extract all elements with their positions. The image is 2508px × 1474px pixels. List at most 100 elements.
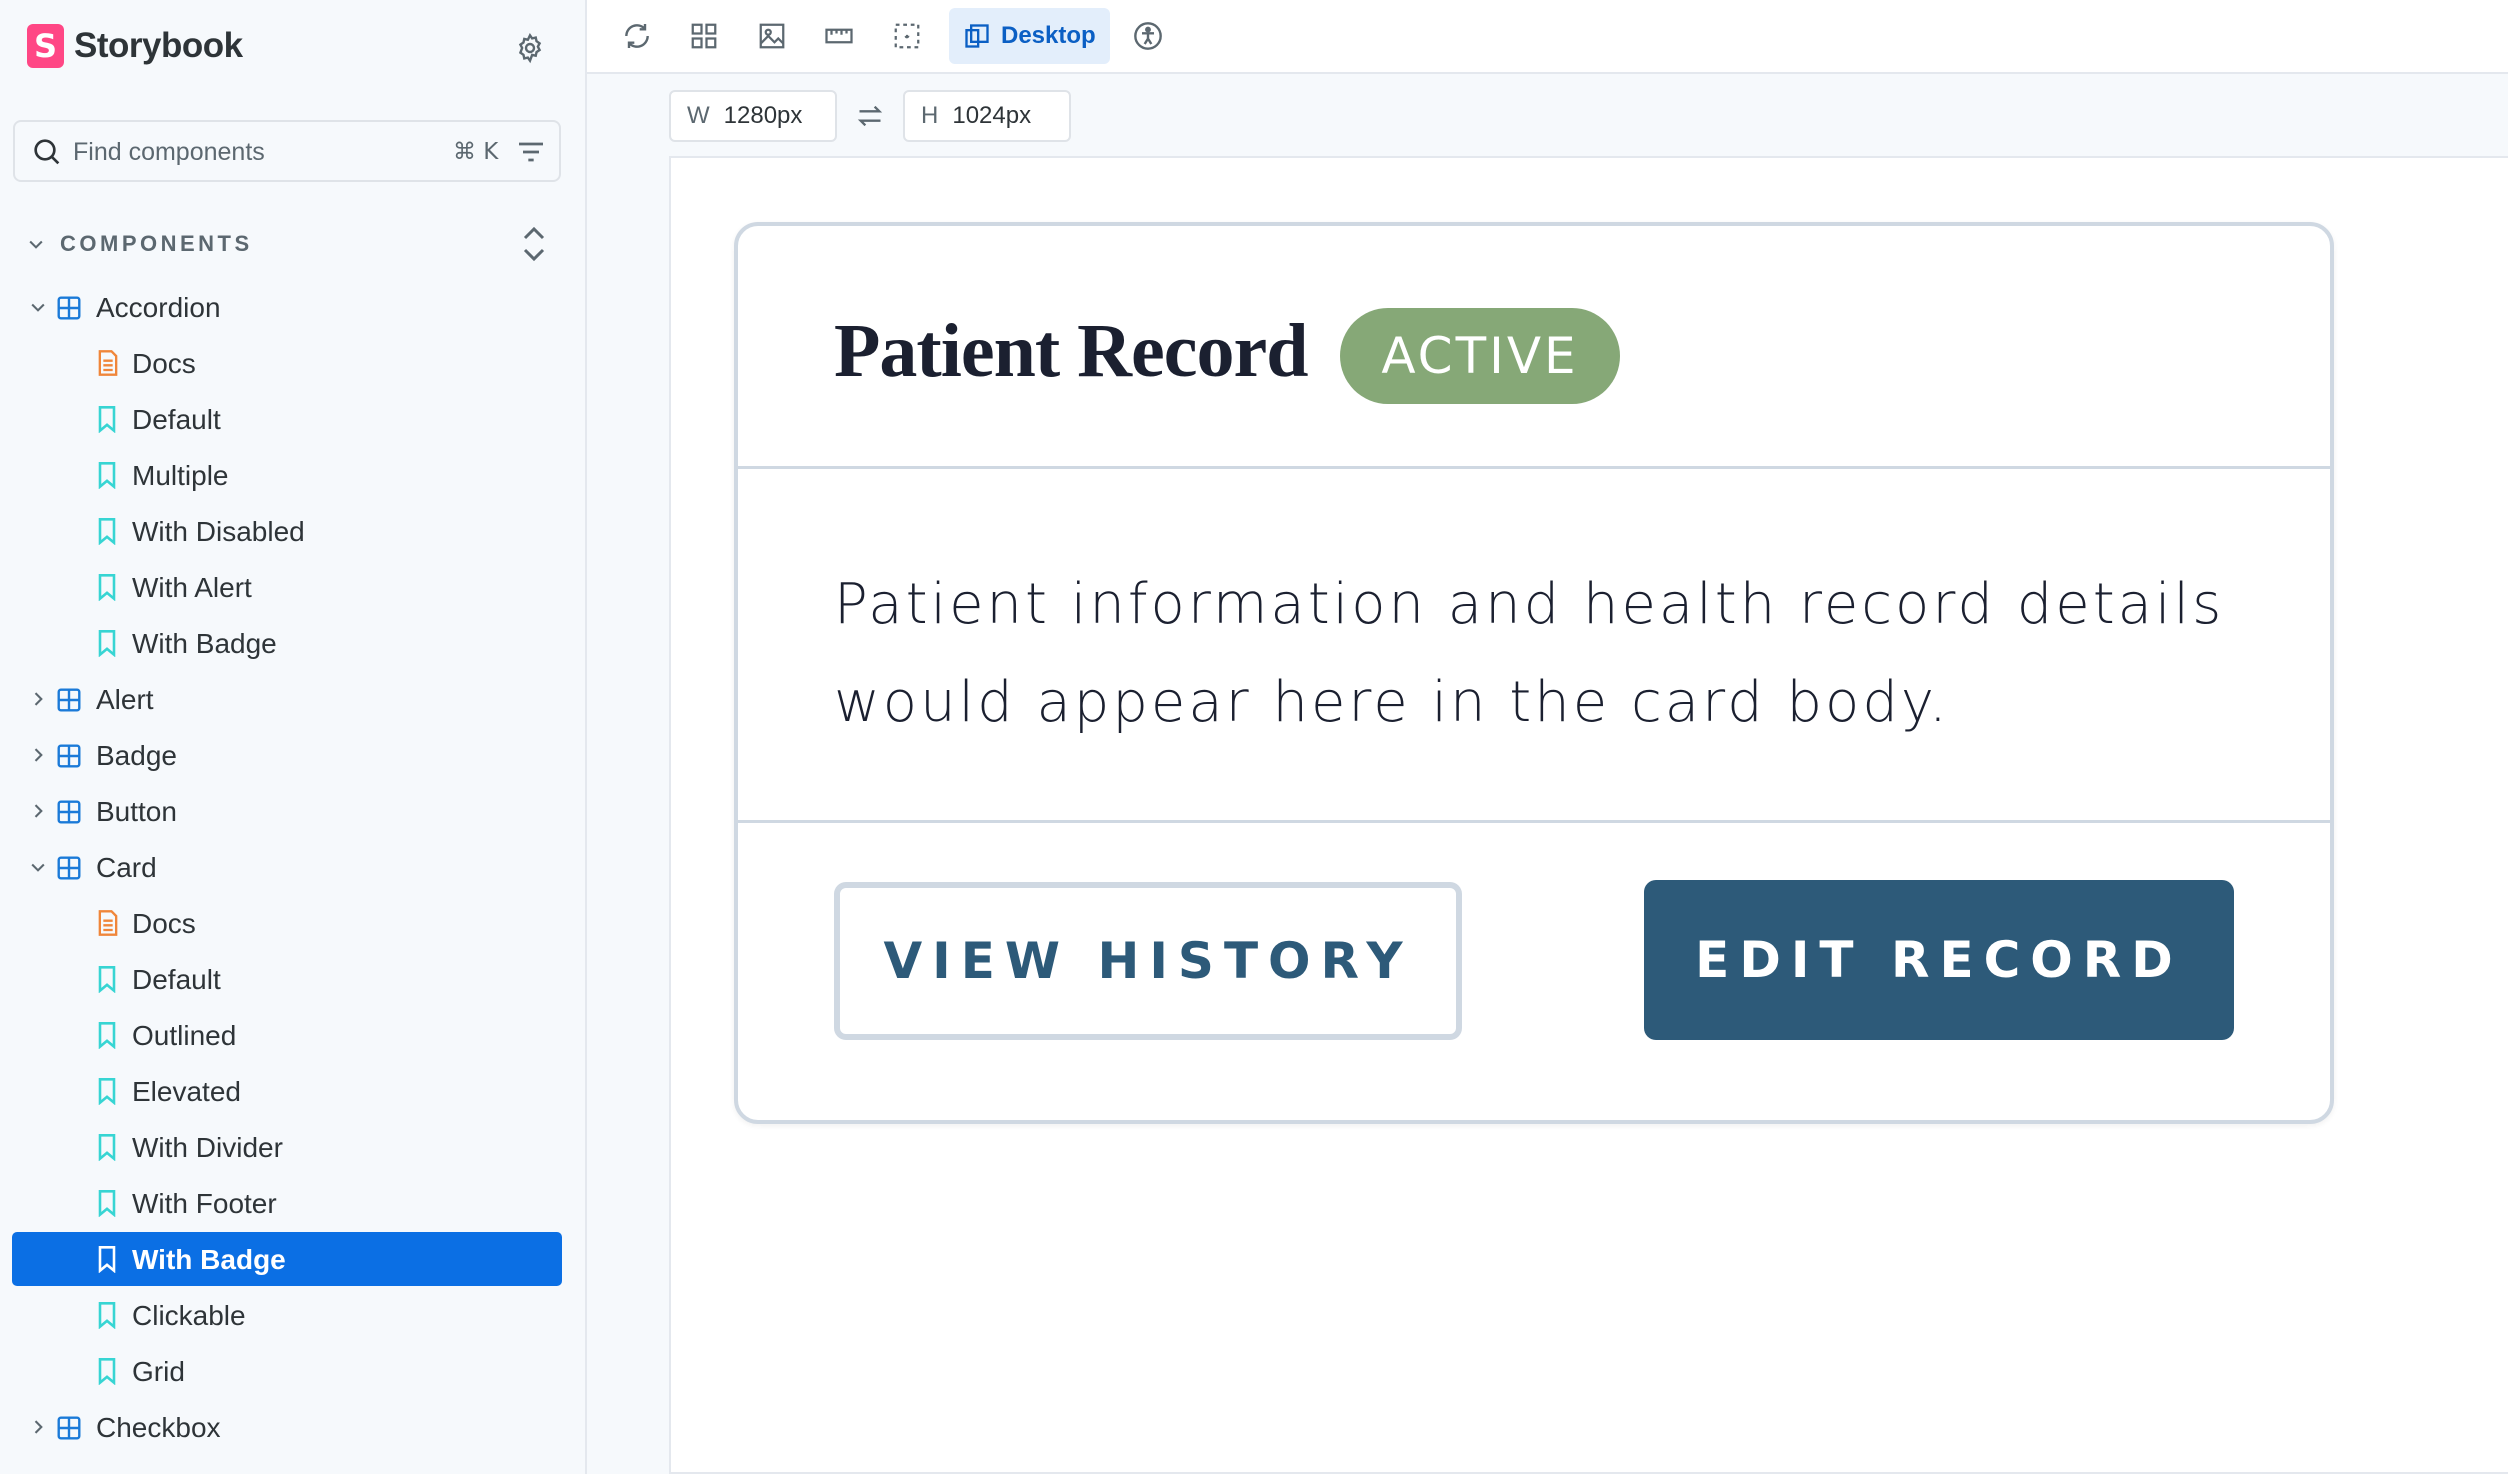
height-key: H bbox=[921, 102, 939, 129]
component-icon bbox=[57, 688, 81, 712]
search-shortcut: ⌘ K bbox=[453, 139, 499, 165]
sidebar-story-default[interactable]: Default bbox=[12, 392, 562, 446]
bookmark-icon bbox=[98, 1078, 116, 1105]
viewport-height-field[interactable]: H 1024px bbox=[903, 90, 1071, 142]
sidebar-component-checkbox[interactable]: Checkbox bbox=[12, 1400, 562, 1454]
sidebar-docs-item[interactable]: Docs bbox=[12, 336, 562, 390]
outline-icon[interactable] bbox=[887, 16, 927, 56]
bookmark-icon bbox=[98, 1246, 116, 1273]
expand-collapse-all-icon[interactable] bbox=[516, 224, 552, 269]
sidebar-item-label: With Badge bbox=[132, 628, 277, 659]
sidebar-item-label: Alert bbox=[96, 684, 154, 715]
search-icon bbox=[34, 139, 60, 165]
sidebar-item-label: With Alert bbox=[132, 572, 252, 603]
chevron-down-icon bbox=[31, 863, 45, 872]
bookmark-icon bbox=[98, 1302, 116, 1329]
chevron-right-icon bbox=[34, 748, 43, 762]
sidebar-story-elevated[interactable]: Elevated bbox=[12, 1064, 562, 1118]
sidebar-component-alert[interactable]: Alert bbox=[12, 672, 562, 726]
height-value: 1024px bbox=[952, 102, 1032, 129]
status-badge: ACTIVE bbox=[1340, 308, 1620, 404]
background-image-icon[interactable] bbox=[752, 16, 792, 56]
sidebar-item-label: Outlined bbox=[132, 1020, 237, 1051]
sidebar-component-accordion[interactable]: Accordion bbox=[12, 280, 562, 334]
component-icon bbox=[57, 856, 81, 880]
chevron-right-icon bbox=[34, 804, 43, 818]
accessibility-icon[interactable] bbox=[1128, 16, 1168, 56]
sidebar-item-label: With Badge bbox=[132, 1244, 286, 1275]
sidebar-story-clickable[interactable]: Clickable bbox=[12, 1288, 562, 1342]
app-name: Storybook bbox=[74, 26, 243, 65]
sidebar-item-label: Checkbox bbox=[96, 1412, 221, 1443]
sidebar-item-label: Card bbox=[96, 852, 157, 883]
chevron-down-icon bbox=[29, 240, 43, 249]
viewport-icon bbox=[965, 24, 989, 48]
sidebar-item-label: With Disabled bbox=[132, 516, 305, 547]
search-input[interactable]: Find components ⌘ K bbox=[13, 120, 561, 182]
reload-icon[interactable] bbox=[617, 16, 657, 56]
sidebar-item-label: Button bbox=[96, 796, 177, 827]
settings-gear-icon[interactable] bbox=[510, 28, 550, 68]
bookmark-icon bbox=[98, 406, 116, 433]
storybook-logo: S bbox=[27, 24, 64, 68]
viewport-label: Desktop bbox=[1001, 22, 1096, 49]
toolbar: Desktop bbox=[587, 0, 2508, 74]
sidebar-story-with-badge[interactable]: With Badge bbox=[12, 1232, 562, 1286]
sidebar: S Storybook Find components ⌘ K COMPONEN… bbox=[0, 0, 587, 1474]
bookmark-icon bbox=[98, 1358, 116, 1385]
measure-ruler-icon[interactable] bbox=[819, 16, 859, 56]
document-icon bbox=[98, 910, 118, 936]
filter-icon[interactable] bbox=[515, 136, 547, 168]
sidebar-story-with-divider[interactable]: With Divider bbox=[12, 1120, 562, 1174]
card-body-text: Patient information and health record de… bbox=[834, 572, 2225, 735]
sidebar-item-label: Multiple bbox=[132, 460, 229, 491]
width-value: 1280px bbox=[723, 102, 803, 129]
swap-dimensions-icon[interactable] bbox=[855, 102, 885, 135]
search-placeholder: Find components bbox=[73, 138, 265, 166]
grid-icon[interactable] bbox=[684, 16, 724, 56]
sidebar-item-label: Docs bbox=[132, 908, 196, 939]
sidebar-item-label: With Footer bbox=[132, 1188, 277, 1219]
edit-record-button[interactable]: EDIT RECORD bbox=[1644, 880, 2234, 1040]
card-title: Patient Record bbox=[834, 309, 1309, 393]
component-icon bbox=[57, 744, 81, 768]
sidebar-component-badge[interactable]: Badge bbox=[12, 728, 562, 782]
component-icon bbox=[57, 296, 81, 320]
component-icon bbox=[57, 1416, 81, 1440]
sidebar-story-grid[interactable]: Grid bbox=[12, 1344, 562, 1398]
chevron-down-icon bbox=[31, 303, 45, 312]
chevron-right-icon bbox=[34, 1420, 43, 1434]
viewport-desktop-button[interactable]: Desktop bbox=[949, 8, 1110, 64]
sidebar-item-label: Default bbox=[132, 404, 221, 435]
bookmark-icon bbox=[98, 1022, 116, 1049]
sidebar-item-label: Badge bbox=[96, 740, 177, 771]
sidebar-item-label: Default bbox=[132, 964, 221, 995]
sidebar-docs-item[interactable]: Docs bbox=[12, 896, 562, 950]
sidebar-component-card[interactable]: Card bbox=[12, 840, 562, 894]
viewport-width-field[interactable]: W 1280px bbox=[669, 90, 837, 142]
bookmark-icon bbox=[98, 574, 116, 601]
section-components-header[interactable]: COMPONENTS bbox=[26, 226, 253, 262]
bookmark-icon bbox=[98, 966, 116, 993]
sidebar-story-multiple[interactable]: Multiple bbox=[12, 448, 562, 502]
width-key: W bbox=[687, 102, 710, 129]
sidebar-item-label: With Divider bbox=[132, 1132, 283, 1163]
sidebar-component-button[interactable]: Button bbox=[12, 784, 562, 838]
sidebar-story-with-badge[interactable]: With Badge bbox=[12, 616, 562, 670]
sidebar-item-label: Docs bbox=[132, 348, 196, 379]
view-history-button[interactable]: VIEW HISTORY bbox=[834, 882, 1462, 1040]
chevron-right-icon bbox=[34, 692, 43, 706]
sidebar-story-outlined[interactable]: Outlined bbox=[12, 1008, 562, 1062]
sidebar-story-with-footer[interactable]: With Footer bbox=[12, 1176, 562, 1230]
sidebar-story-with-alert[interactable]: With Alert bbox=[12, 560, 562, 614]
sidebar-story-default[interactable]: Default bbox=[12, 952, 562, 1006]
storybook-brand[interactable]: S Storybook bbox=[27, 22, 243, 70]
bookmark-icon bbox=[98, 462, 116, 489]
sidebar-item-label: Grid bbox=[132, 1356, 185, 1387]
bookmark-icon bbox=[98, 1134, 116, 1161]
bookmark-icon bbox=[98, 1190, 116, 1217]
sidebar-story-with-disabled[interactable]: With Disabled bbox=[12, 504, 562, 558]
component-icon bbox=[57, 800, 81, 824]
patient-record-card: Patient Record ACTIVE Patient informatio… bbox=[734, 222, 2334, 1124]
card-header-divider bbox=[738, 466, 2330, 469]
